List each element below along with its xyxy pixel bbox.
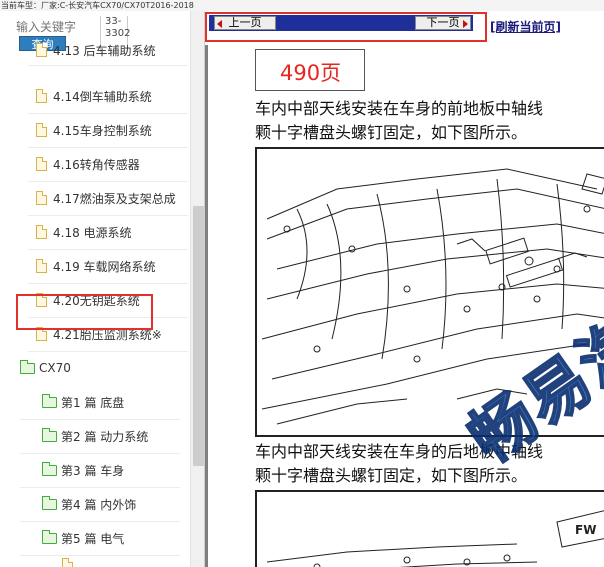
folder-icon: [42, 529, 57, 544]
selected-item-highlight: [16, 294, 153, 330]
folder-open-icon: [20, 359, 35, 374]
document-icon: [36, 89, 47, 103]
tree-item-4-17[interactable]: 4.17燃油泵及支架总成: [36, 181, 176, 215]
tree-item-label: 4.17燃油泵及支架总成: [53, 191, 176, 206]
document-icon: [36, 259, 47, 273]
tree-folder-cx70[interactable]: CX70: [20, 351, 71, 385]
paragraph-1-line-1: 车内中部天线安装在车身的前地板中轴线: [255, 99, 544, 118]
folder-icon: [42, 427, 57, 442]
prev-page-label: 上一页: [228, 16, 262, 29]
arrow-right-icon: [463, 20, 468, 28]
next-page-label: 下一页: [426, 16, 460, 29]
tree-item-label: 第1 篇 底盘: [61, 395, 125, 410]
front-direction-label: FW: [575, 523, 596, 537]
tree-folder-chapter-4[interactable]: 第4 篇 内外饰: [42, 487, 136, 521]
tree-item-label: 第4 篇 内外饰: [61, 497, 137, 512]
tree-item-4-15[interactable]: 4.15车身控制系统: [36, 113, 152, 147]
page-nav-bar: 上一页 下一页: [209, 15, 473, 31]
tree-item-partial[interactable]: [62, 557, 73, 567]
tree-item-label: 4.16转角传感器: [53, 157, 140, 172]
document-icon: [36, 157, 47, 171]
tree-folder-chapter-1[interactable]: 第1 篇 底盘: [42, 385, 124, 419]
document-icon: [36, 43, 47, 57]
tree-item-4-18[interactable]: 4.18 电源系统: [36, 215, 132, 249]
manual-page: 490页 车内中部天线安装在车身的前地板中轴线 颗十字槽盘头螺钉固定，如下图所示…: [205, 45, 604, 567]
paragraph-2-line-2: 颗十字槽盘头螺钉固定，如下图所示。: [255, 466, 528, 485]
arrow-left-icon: [217, 20, 222, 28]
next-page-button[interactable]: 下一页: [415, 16, 471, 30]
scrollbar-thumb[interactable]: [193, 206, 204, 466]
tree-folder-chapter-3[interactable]: 第3 篇 车身: [42, 453, 124, 487]
tree-item-4-19[interactable]: 4.19 车载网络系统: [36, 249, 156, 283]
sidebar-scrollbar[interactable]: [190, 11, 204, 567]
tree-item-label: 4.18 电源系统: [53, 225, 132, 240]
folder-icon: [42, 461, 57, 476]
diagram-rear-floor: FW: [255, 490, 604, 567]
tree-item-4-16[interactable]: 4.16转角传感器: [36, 147, 140, 181]
tree-item-label: 4.19 车载网络系统: [53, 259, 156, 274]
tree-folder-chapter-5[interactable]: 第5 篇 电气: [42, 521, 124, 555]
document-icon: [36, 225, 47, 239]
sidebar: 查询 33- 3302 4.13 后车辅助系统 4.14倒车辅助系统 4.15车…: [0, 11, 205, 567]
tree-item-4-13[interactable]: 4.13 后车辅助系统: [36, 39, 156, 61]
document-icon: [36, 123, 47, 137]
tree-item-label: 4.15车身控制系统: [53, 123, 152, 138]
tree-item-label: 4.14倒车辅助系统: [53, 89, 152, 104]
folder-icon: [42, 393, 57, 408]
tree-folder-chapter-2[interactable]: 第2 篇 动力系统: [42, 419, 148, 453]
document-icon: [36, 191, 47, 205]
folder-icon: [42, 495, 57, 510]
vehicle-model-text: 当前车型：厂家:C-长安汽车CX70/CX70T2016-2018: [1, 1, 194, 10]
page-range-start: 33-: [105, 16, 122, 27]
tree-item-label: 第2 篇 动力系统: [61, 429, 149, 444]
tree-item-label: 第3 篇 车身: [61, 463, 125, 478]
page-number: 490页: [280, 61, 342, 85]
document-icon: [62, 558, 73, 567]
tree-item-4-14[interactable]: 4.14倒车辅助系统: [36, 79, 152, 113]
tree-item-label: 第5 篇 电气: [61, 531, 125, 546]
paragraph-1-line-2: 颗十字槽盘头螺钉固定，如下图所示。: [255, 123, 528, 142]
vehicle-model-bar: 当前车型：厂家:C-长安汽车CX70/CX70T2016-2018: [0, 0, 604, 11]
tree-item-label: 4.13 后车辅助系统: [53, 43, 156, 58]
tree-item-label: CX70: [39, 361, 71, 375]
rear-floor-diagram-svg: FW: [266, 510, 604, 567]
prev-page-button[interactable]: 上一页: [214, 16, 276, 30]
search-input[interactable]: [16, 17, 80, 37]
document-viewer: 上一页 下一页 [刷新当前页] 490页 车内中部天线安装在车身的前地板中轴线 …: [205, 11, 604, 567]
refresh-page-link[interactable]: [刷新当前页]: [490, 18, 561, 35]
